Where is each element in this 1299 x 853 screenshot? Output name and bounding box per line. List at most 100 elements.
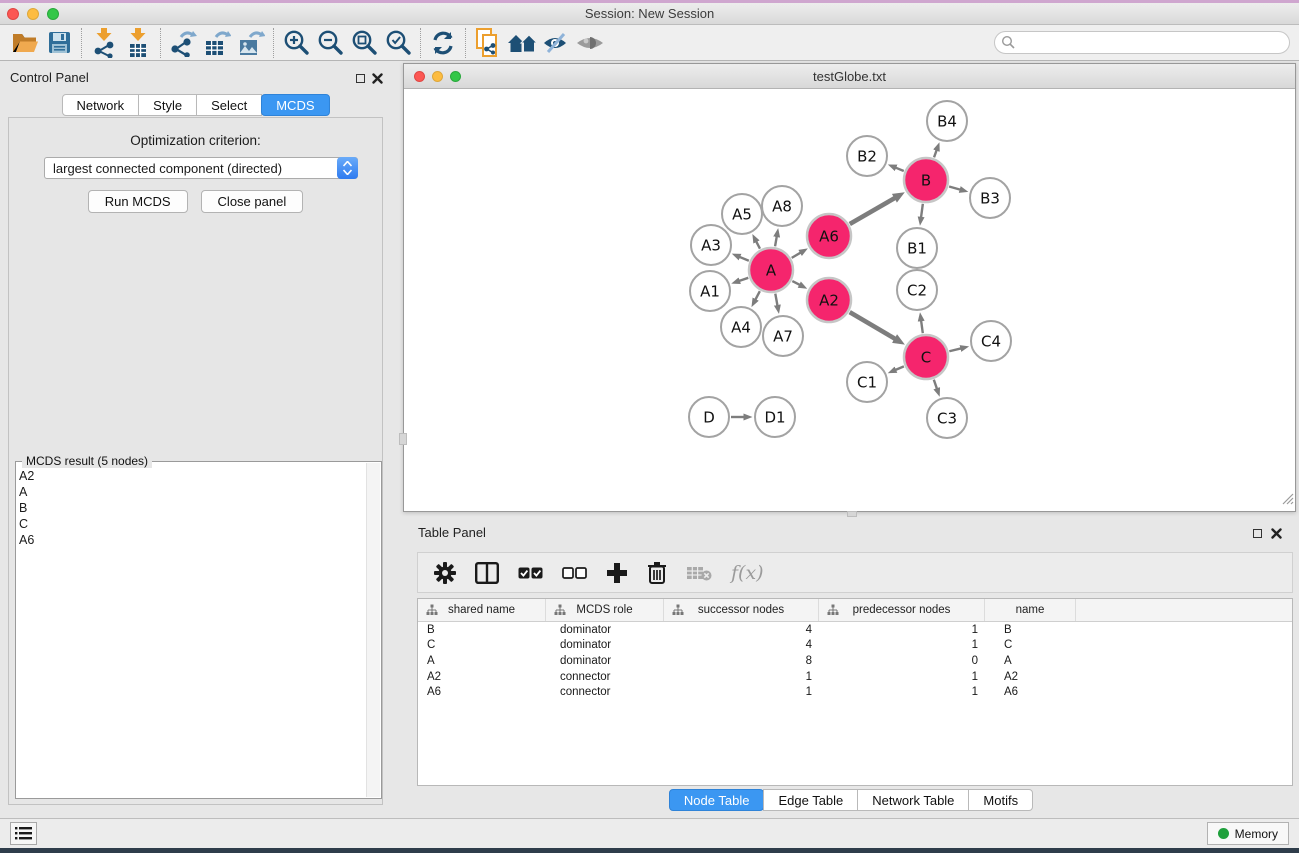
import-network-icon[interactable] [87,27,121,59]
network-edge[interactable] [934,380,937,389]
column-header-shared-name[interactable]: shared name [418,599,546,621]
tab-network-table[interactable]: Network Table [857,789,969,811]
network-edge[interactable] [850,312,895,339]
network-edge[interactable] [792,253,801,258]
criterion-dropdown[interactable]: largest connected component (directed) [44,157,358,179]
table-close-panel-icon[interactable] [1271,528,1282,539]
close-panel-icon[interactable] [372,73,383,84]
zoom-out-icon[interactable] [313,27,347,59]
network-edge[interactable] [850,198,895,224]
refresh-icon[interactable] [426,27,460,59]
mcds-result-item[interactable]: A [19,484,363,500]
add-row-icon[interactable] [606,562,628,584]
splitter-grip-horizontal[interactable] [847,511,857,517]
tab-style[interactable]: Style [138,94,197,116]
network-node-C1[interactable]: C1 [847,362,887,402]
show-columns-icon[interactable] [475,562,499,584]
home-view-icon[interactable] [505,27,539,59]
table-row[interactable]: A6connector11A6 [418,684,1292,700]
network-window-titlebar[interactable]: testGlobe.txt [404,64,1295,89]
close-panel-button[interactable]: Close panel [201,190,304,213]
table-row[interactable]: Adominator80A [418,653,1292,669]
column-header-mcds-role[interactable]: MCDS role [546,599,664,621]
tab-node-table[interactable]: Node Table [669,789,765,811]
network-node-A8[interactable]: A8 [762,186,802,226]
network-node-A7[interactable]: A7 [763,316,803,356]
hide-graphics-icon[interactable] [539,27,573,59]
table-row[interactable]: Bdominator41B [418,622,1292,638]
delete-row-trash-icon[interactable] [647,561,667,584]
unselect-all-icon[interactable] [562,566,587,580]
import-table-icon[interactable] [121,27,155,59]
network-edge[interactable] [740,257,749,261]
network-edge[interactable] [949,186,960,189]
run-mcds-button[interactable]: Run MCDS [88,190,188,213]
select-all-icon[interactable] [518,566,543,580]
export-network-icon[interactable] [166,27,200,59]
mcds-result-list[interactable]: A2ABCA6 [19,468,363,795]
resize-grip-icon[interactable] [1281,492,1294,510]
table-row[interactable]: A2connector11A2 [418,669,1292,685]
export-table-icon[interactable] [200,27,234,59]
network-node-A5[interactable]: A5 [722,194,762,234]
splitter-grip-vertical[interactable] [399,433,407,445]
mcds-result-item[interactable]: A2 [19,468,363,484]
tab-edge-table[interactable]: Edge Table [763,789,858,811]
mcds-result-item[interactable]: A6 [19,532,363,548]
network-node-C4[interactable]: C4 [971,321,1011,361]
network-node-D1[interactable]: D1 [755,397,795,437]
network-node-C[interactable]: C [904,335,948,379]
network-edge[interactable] [755,291,759,299]
mcds-result-item[interactable]: B [19,500,363,516]
network-node-C3[interactable]: C3 [927,398,967,438]
network-from-file-icon[interactable] [471,27,505,59]
zoom-in-icon[interactable] [279,27,313,59]
network-node-B1[interactable]: B1 [897,228,937,268]
network-edge[interactable] [896,168,904,171]
search-input[interactable] [1016,34,1289,52]
network-edge[interactable] [775,294,777,306]
network-node-B4[interactable]: B4 [927,101,967,141]
result-scrollbar[interactable] [366,463,380,797]
network-edge[interactable] [934,150,937,157]
mcds-result-item[interactable]: C [19,516,363,532]
network-edge[interactable] [921,321,923,333]
network-node-A4[interactable]: A4 [721,307,761,347]
column-header-predecessor-nodes[interactable]: predecessor nodes [819,599,985,621]
task-history-button[interactable] [10,822,37,845]
tab-network[interactable]: Network [61,94,139,116]
column-header-successor-nodes[interactable]: successor nodes [664,599,819,621]
tab-select[interactable]: Select [196,94,262,116]
search-field[interactable] [994,31,1290,54]
network-node-A3[interactable]: A3 [691,225,731,265]
memory-button[interactable]: Memory [1207,822,1289,845]
network-node-B3[interactable]: B3 [970,178,1010,218]
table-options-gear-icon[interactable] [434,562,456,584]
tab-mcds[interactable]: MCDS [261,94,329,116]
float-panel-icon[interactable] [356,74,365,83]
table-row[interactable]: Cdominator41C [418,638,1292,654]
network-edge[interactable] [756,242,760,249]
network-node-A1[interactable]: A1 [690,271,730,311]
network-edge[interactable] [739,278,748,281]
network-node-A6[interactable]: A6 [807,214,851,258]
network-node-A2[interactable]: A2 [807,278,851,322]
tab-motifs[interactable]: Motifs [968,789,1033,811]
network-node-D[interactable]: D [689,397,729,437]
network-node-B[interactable]: B [904,158,948,202]
zoom-fit-icon[interactable] [347,27,381,59]
show-graphics-icon[interactable] [573,27,607,59]
network-node-A[interactable]: A [749,248,793,292]
network-edge[interactable] [775,237,777,247]
table-float-panel-icon[interactable] [1253,529,1262,538]
zoom-selected-icon[interactable] [381,27,415,59]
network-edge[interactable] [921,204,923,217]
export-image-icon[interactable] [234,27,268,59]
network-edge[interactable] [949,348,961,351]
open-session-icon[interactable] [8,27,42,59]
network-node-B2[interactable]: B2 [847,136,887,176]
network-edge[interactable] [896,366,904,370]
save-session-icon[interactable] [42,27,76,59]
column-header-name[interactable]: name [985,599,1076,621]
network-canvas[interactable]: AA1A2A3A4A5A6A7A8BB1B2B3B4CC1C2C3C4DD1 [404,89,1295,511]
